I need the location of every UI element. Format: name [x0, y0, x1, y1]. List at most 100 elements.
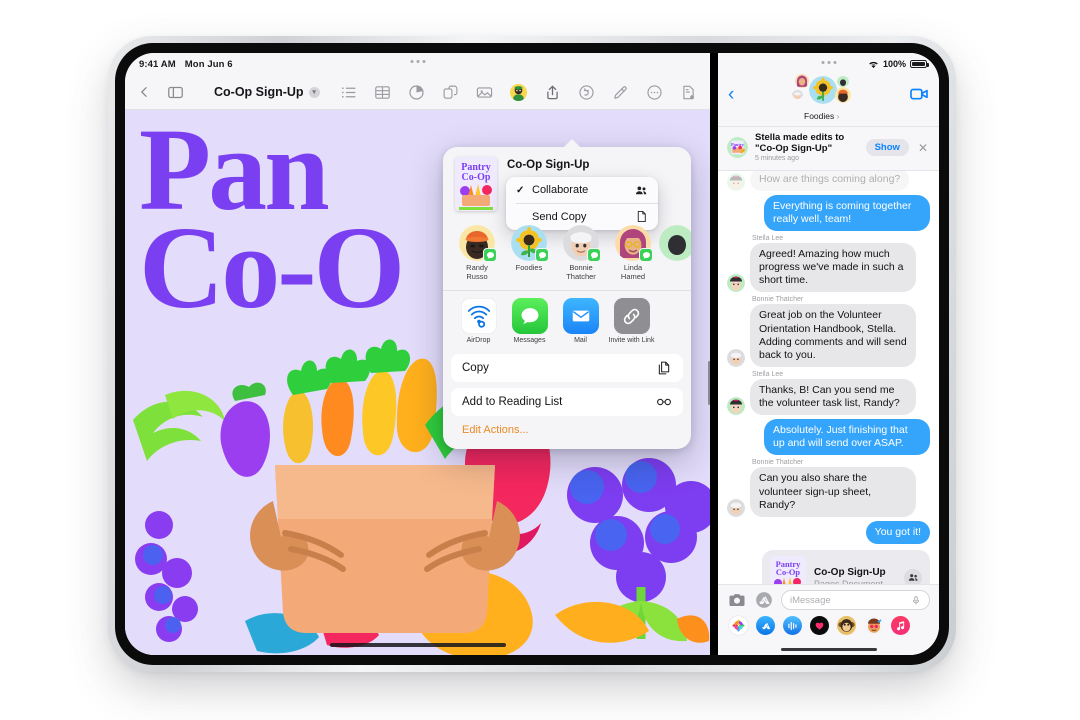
share-icon[interactable]: [544, 84, 561, 101]
media-icon[interactable]: [476, 84, 493, 101]
document-card-text: Co-Op Sign-Up Pages Document: [814, 567, 886, 584]
message-bubble[interactable]: Absolutely. Just finishing that up and w…: [764, 419, 930, 455]
shared-document-card[interactable]: Pantry Co-Op: [762, 550, 930, 584]
share-person-linda[interactable]: Linda Hamed: [607, 225, 659, 282]
message-column: Absolutely. Just finishing that up and w…: [764, 419, 930, 455]
share-person-bonnie[interactable]: Bonnie Thatcher: [555, 225, 607, 282]
share-apps-row: AirDrop Messages: [443, 290, 691, 353]
audio-icon[interactable]: [783, 616, 802, 635]
collaborate-icon[interactable]: [510, 84, 527, 101]
doc-edit-icon: Pantry: [727, 137, 748, 158]
multitasking-dots[interactable]: [410, 60, 425, 63]
more-icon[interactable]: [646, 84, 663, 101]
share-action-copy[interactable]: Copy: [451, 354, 683, 382]
battery-icon: [910, 60, 927, 69]
message-column: Thanks, B! Can you send me the volunteer…: [750, 379, 916, 415]
app-store-icon[interactable]: [754, 590, 774, 610]
home-indicator[interactable]: [330, 643, 506, 647]
microphone-icon[interactable]: [911, 594, 921, 607]
split-view-handle[interactable]: [708, 361, 710, 405]
list-icon[interactable]: [340, 84, 357, 101]
message-row: Absolutely. Just finishing that up and w…: [727, 419, 930, 455]
document-options-icon[interactable]: [680, 84, 697, 101]
share-action-reading-list[interactable]: Add to Reading List: [451, 388, 683, 416]
collaboration-edit-banner[interactable]: Pantry Stella made edits to "Co-Op Sign-…: [718, 127, 939, 171]
message-input-field[interactable]: iMessage: [781, 590, 930, 610]
group-name-text: Foodies: [804, 111, 834, 121]
markup-icon[interactable]: [612, 84, 629, 101]
close-icon[interactable]: ✕: [916, 141, 930, 155]
group-info[interactable]: Foodies ›: [734, 74, 909, 121]
message-column: Everything is coming together really wel…: [764, 195, 930, 231]
share-person-overflow[interactable]: [659, 225, 683, 282]
share-app-mail[interactable]: Mail: [555, 298, 606, 345]
group-name[interactable]: Foodies ›: [734, 111, 909, 121]
poster-line-2: Co-O: [139, 212, 402, 324]
camera-icon[interactable]: [727, 590, 747, 610]
share-app-messages[interactable]: Messages: [504, 298, 555, 345]
ipad-device: 9:41 AM Mon Jun 6: [108, 36, 956, 672]
fitness-icon[interactable]: [810, 616, 829, 635]
message-group: Bonnie Thatcher Great job on the Volunte…: [727, 296, 930, 367]
person-name-line2: Thatcher: [566, 272, 596, 281]
page-title[interactable]: Co-Op Sign-Up ▾: [214, 85, 320, 99]
chevron-left-icon[interactable]: [138, 84, 151, 100]
messages-badge: [535, 248, 549, 262]
shapes-icon[interactable]: [442, 84, 459, 101]
memoji-monkey-icon[interactable]: [837, 616, 856, 635]
undo-icon[interactable]: [578, 84, 595, 101]
message-bubble[interactable]: Thanks, B! Can you send me the volunteer…: [750, 379, 916, 415]
app-store-icon[interactable]: [756, 616, 775, 635]
share-doc-title: Co-Op Sign-Up: [507, 159, 589, 171]
person-name-line1: Linda: [624, 263, 642, 272]
person-name-line1: Bonnie: [569, 263, 592, 272]
group-avatar-green: [837, 75, 849, 87]
app-label: AirDrop: [453, 337, 504, 345]
message-bubble[interactable]: Agreed! Amazing how much progress we've …: [750, 243, 916, 292]
message-bubble[interactable]: How are things coming along?: [750, 171, 909, 191]
pages-document-canvas[interactable]: Pan Co-O: [125, 110, 710, 655]
group-avatar-large-sunflower: [809, 76, 837, 104]
app-label: Messages: [504, 337, 555, 345]
share-app-invite-link[interactable]: Invite with Link: [606, 298, 657, 345]
avatar-stella: [727, 397, 745, 415]
chart-icon[interactable]: [408, 84, 425, 101]
mail-icon: [563, 298, 599, 334]
message-bubble[interactable]: Can you also share the volunteer sign-up…: [750, 467, 916, 516]
people-icon: [635, 184, 648, 197]
music-icon[interactable]: [891, 616, 910, 635]
document-card-row: Pantry Co-Op: [727, 550, 930, 584]
message-bubble[interactable]: You got it!: [866, 521, 930, 544]
home-indicator[interactable]: [718, 641, 939, 655]
pages-toolbar: Co-Op Sign-Up ▾: [125, 75, 710, 110]
chevron-down-icon[interactable]: ▾: [309, 87, 320, 98]
avatar: [459, 225, 495, 261]
facetime-video-icon[interactable]: [909, 84, 929, 104]
copy-icon: [656, 360, 672, 376]
person-name-line1: Foodies: [516, 263, 543, 272]
sidebar-icon[interactable]: [167, 84, 184, 101]
input-row: iMessage: [727, 590, 930, 610]
menu-item-collaborate[interactable]: ✓ Collaborate: [506, 177, 658, 203]
avatar-bonnie: [727, 499, 745, 517]
messages-badge: [639, 248, 653, 262]
message-bubble[interactable]: Everything is coming together really wel…: [764, 195, 930, 231]
edit-actions-button[interactable]: Edit Actions...: [443, 422, 691, 449]
svg-text:Co-Op: Co-Op: [462, 172, 491, 183]
share-app-airdrop[interactable]: AirDrop: [453, 298, 504, 345]
person-name-line1: Randy: [466, 263, 488, 272]
message-bubble[interactable]: Great job on the Volunteer Orientation H…: [750, 304, 916, 367]
share-person-foodies[interactable]: Foodies: [503, 225, 555, 282]
message-row: Thanks, B! Can you send me the volunteer…: [727, 379, 930, 415]
memoji-sticker-icon[interactable]: [864, 616, 883, 635]
message-column: Can you also share the volunteer sign-up…: [750, 467, 916, 516]
table-icon[interactable]: [374, 84, 391, 101]
share-person-randy[interactable]: Randy Russo: [451, 225, 503, 282]
show-button[interactable]: Show: [866, 139, 909, 156]
collaborate-label: Collaborate: [532, 184, 629, 196]
photos-icon[interactable]: [729, 616, 748, 635]
messages-scroll-area[interactable]: How are things coming along? Everything …: [718, 171, 939, 584]
pages-status-bar: 9:41 AM Mon Jun 6: [125, 53, 710, 75]
multitasking-dots[interactable]: [821, 61, 836, 64]
document-icon: [635, 210, 648, 223]
